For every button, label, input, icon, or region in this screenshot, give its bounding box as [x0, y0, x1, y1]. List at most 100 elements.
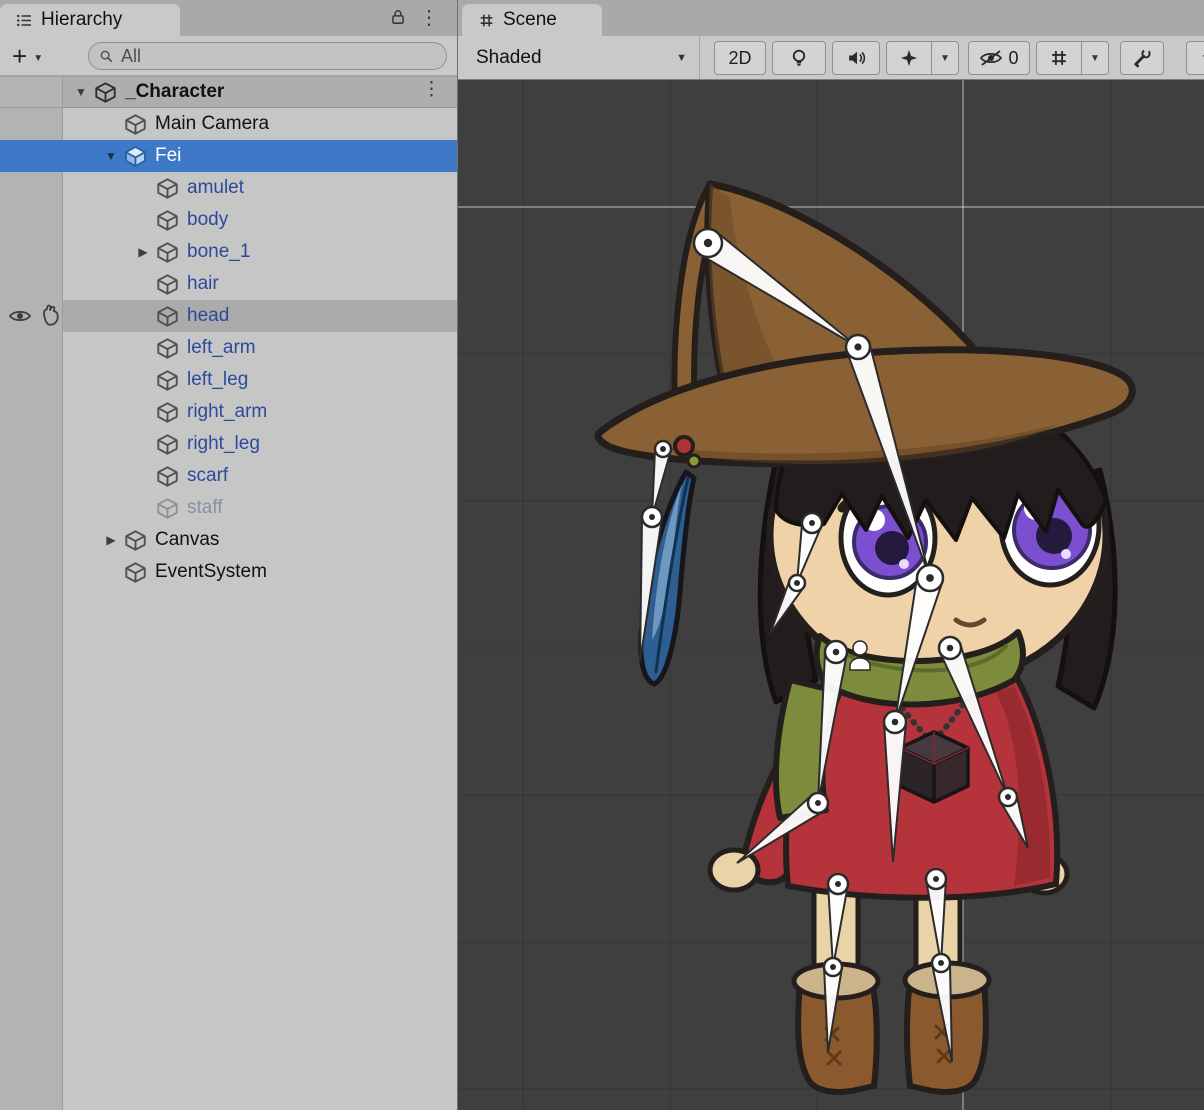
foldout-open-icon[interactable]: ▼	[68, 85, 94, 99]
cube-icon	[156, 305, 179, 328]
bone-gizmo	[797, 513, 822, 583]
foldout-open-icon[interactable]: ▼	[98, 149, 124, 163]
sprite-skin-gizmo-icon	[850, 641, 870, 670]
row-label: scarf	[187, 465, 228, 487]
scene-tabstrip: Scene	[458, 0, 1204, 36]
bone-gizmo	[737, 793, 828, 863]
bone-gizmo	[694, 229, 858, 347]
audio-toggle-button[interactable]	[832, 41, 880, 75]
cube-icon	[124, 113, 147, 136]
bone-gizmo	[939, 637, 1008, 797]
effects-dropdown-button[interactable]: ▼	[931, 41, 959, 75]
hierarchy-row-amulet[interactable]: amulet	[0, 172, 457, 204]
hierarchy-row-left-arm[interactable]: left_arm	[0, 332, 457, 364]
scene-viewport[interactable]	[458, 80, 1204, 1110]
visibility-eye-icon[interactable]	[8, 304, 32, 328]
shading-mode-dropdown[interactable]: Shaded ▼	[464, 36, 700, 79]
hierarchy-row-eventsystem[interactable]: EventSystem	[0, 556, 457, 588]
effects-sparkle-icon	[899, 48, 919, 68]
bone-gizmo	[932, 954, 952, 1062]
light-bulb-icon	[789, 48, 809, 68]
row-label: body	[187, 209, 228, 231]
foldout-closed-icon[interactable]: ▶	[130, 245, 156, 259]
tools-button[interactable]	[1120, 41, 1164, 75]
tab-scene[interactable]: Scene	[462, 4, 602, 36]
chevron-down-icon[interactable]: ▼	[33, 53, 43, 64]
hierarchy-row-right-leg[interactable]: right_leg	[0, 428, 457, 460]
unity-editor-window: Hierarchy ⋮ + ▼ All ▼ _Character ⋮	[0, 0, 1204, 1110]
scene-visibility-button[interactable]: 0	[968, 41, 1030, 75]
hierarchy-row-body[interactable]: body	[0, 204, 457, 236]
grid-dropdown-button[interactable]: ▼	[1081, 41, 1109, 75]
cube-icon	[156, 273, 179, 296]
scene-header-character[interactable]: ▼ _Character ⋮	[0, 76, 457, 108]
row-label: Fei	[155, 145, 181, 167]
lighting-toggle-button[interactable]	[772, 41, 826, 75]
row-label: right_arm	[187, 401, 267, 423]
hierarchy-tree: ▼ _Character ⋮ Main Camera ▼ Fei amulet	[0, 76, 457, 1110]
hierarchy-row-canvas[interactable]: ▶ Canvas	[0, 524, 457, 556]
bone-gizmo	[652, 441, 671, 517]
row-label: head	[187, 305, 229, 327]
cube-icon	[156, 369, 179, 392]
picking-hand-icon[interactable]	[38, 304, 62, 328]
hierarchy-row-left-leg[interactable]: left_leg	[0, 364, 457, 396]
2d-toggle-button[interactable]: 2D	[714, 41, 766, 75]
search-input[interactable]: All	[88, 42, 447, 70]
grid-icon	[1049, 48, 1069, 68]
row-label: Main Camera	[155, 113, 269, 135]
eye-off-icon	[979, 48, 1003, 68]
search-icon	[99, 49, 114, 64]
cube-icon	[156, 433, 179, 456]
tab-hierarchy[interactable]: Hierarchy	[0, 4, 180, 36]
foldout-closed-icon[interactable]: ▶	[98, 533, 124, 547]
row-label: staff	[187, 497, 223, 519]
add-button[interactable]: +	[12, 38, 27, 74]
cube-icon	[156, 241, 179, 264]
hidden-count: 0	[1008, 48, 1018, 69]
bone-gizmo	[846, 335, 930, 578]
hierarchy-list-icon	[16, 12, 33, 29]
cube-icon	[156, 401, 179, 424]
row-label: bone_1	[187, 241, 250, 263]
hierarchy-row-main-camera[interactable]: Main Camera	[0, 108, 457, 140]
hierarchy-toolbar: + ▼ All	[0, 36, 457, 76]
kebab-menu-icon[interactable]: ⋮	[422, 78, 441, 101]
hierarchy-panel: Hierarchy ⋮ + ▼ All ▼ _Character ⋮	[0, 0, 458, 1110]
scene-name-label: _Character	[125, 81, 224, 103]
hierarchy-row-fei[interactable]: ▼ Fei	[0, 140, 457, 172]
bone-gizmo	[640, 507, 662, 662]
hierarchy-row-hair[interactable]: hair	[0, 268, 457, 300]
lock-icon[interactable]	[389, 8, 409, 28]
chevron-down-icon: ▼	[940, 53, 950, 64]
2d-label: 2D	[728, 48, 751, 69]
hierarchy-row-head[interactable]: head	[0, 300, 457, 332]
prefab-cube-icon	[124, 145, 147, 168]
tab-scene-label: Scene	[503, 9, 557, 31]
hierarchy-row-bone-1[interactable]: ▶ bone_1	[0, 236, 457, 268]
wrench-icon	[1132, 48, 1152, 68]
speaker-icon	[846, 48, 866, 68]
scene-panel: Scene Shaded ▼ 2D ▼	[458, 0, 1204, 1110]
effects-toggle-button[interactable]	[886, 41, 932, 75]
bone-overlay[interactable]	[458, 80, 1204, 1110]
hierarchy-row-staff[interactable]: staff	[0, 492, 457, 524]
search-placeholder: All	[121, 46, 141, 67]
hierarchy-row-scarf[interactable]: scarf	[0, 460, 457, 492]
cube-icon	[124, 561, 147, 584]
hierarchy-row-right-arm[interactable]: right_arm	[0, 396, 457, 428]
shading-mode-label: Shaded	[476, 47, 542, 69]
overflow-button[interactable]: ▼	[1186, 41, 1204, 75]
row-label: left_leg	[187, 369, 248, 391]
grid-toggle-button[interactable]	[1036, 41, 1082, 75]
row-label: left_arm	[187, 337, 256, 359]
scene-toolbar: Shaded ▼ 2D ▼ 0	[458, 36, 1204, 80]
cube-icon	[124, 529, 147, 552]
row-label: hair	[187, 273, 219, 295]
kebab-menu-icon[interactable]: ⋮	[419, 5, 439, 31]
cube-icon	[156, 337, 179, 360]
cube-icon	[156, 209, 179, 232]
bone-gizmo	[895, 565, 943, 722]
bone-gizmo	[824, 958, 842, 1052]
cube-icon	[156, 177, 179, 200]
